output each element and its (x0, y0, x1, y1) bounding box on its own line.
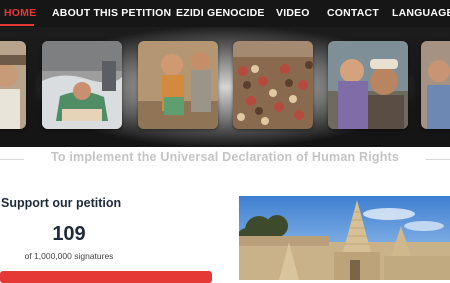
sign-petition-button[interactable] (0, 271, 212, 283)
banner-photo-children (138, 41, 218, 129)
nav-video[interactable]: VIDEO (276, 7, 310, 19)
banner-photo-father-child (328, 41, 408, 129)
banner-photo-child-right-partial (421, 41, 450, 129)
top-navigation: HOME ABOUT THIS PETITION EZIDI GENOCIDE … (0, 0, 450, 27)
nav-contact[interactable]: CONTACT (327, 7, 379, 19)
active-tab-indicator (0, 24, 34, 26)
nav-ezidi-genocide[interactable]: EZIDI GENOCIDE (176, 7, 265, 19)
banner-photo-crowd (233, 41, 313, 129)
signature-goal: of 1,000,000 signatures (24, 251, 114, 261)
temple-photo (239, 196, 450, 280)
nav-home[interactable]: HOME (4, 7, 36, 19)
nav-about-this-petition[interactable]: ABOUT THIS PETITION (52, 7, 171, 19)
banner-photo-resting-child (42, 41, 122, 129)
tagline-divider-right (426, 159, 450, 160)
signature-count: 109 (52, 223, 86, 245)
banner-photo-child-partial (0, 41, 26, 129)
tagline-heading: To implement the Universal Declaration o… (50, 150, 400, 164)
nav-languages[interactable]: LANGUAGES (392, 7, 450, 19)
photo-banner (0, 27, 450, 147)
support-petition-heading: Support our petition (1, 196, 122, 210)
